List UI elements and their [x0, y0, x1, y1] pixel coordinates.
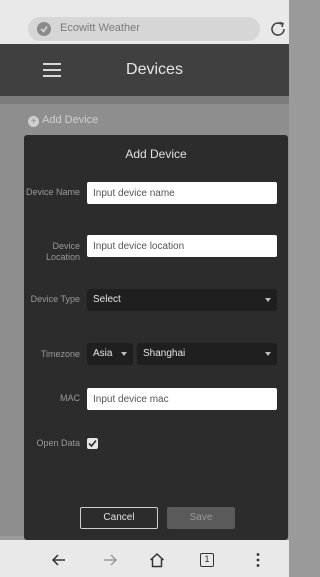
forward-arrow-icon[interactable]: [101, 551, 119, 569]
add-device-link-label: Add Device: [42, 114, 99, 126]
mac-label: MAC: [60, 393, 80, 403]
url-text: Ecowitt Weather: [60, 22, 140, 34]
mac-input[interactable]: [87, 388, 277, 410]
add-device-modal: Add Device Device Name Device Location D…: [24, 135, 288, 540]
reload-icon[interactable]: [268, 19, 288, 39]
page-title: Devices: [126, 61, 183, 78]
overflow-menu-icon[interactable]: [249, 551, 267, 569]
chevron-down-icon: [265, 298, 271, 302]
cancel-button[interactable]: Cancel: [80, 507, 158, 529]
timezone-city-select[interactable]: Shanghai: [137, 343, 277, 365]
save-button[interactable]: Save: [167, 507, 235, 529]
page-divider: [0, 96, 289, 104]
timezone-label: Timezone: [40, 349, 80, 359]
tab-count: 1: [200, 553, 214, 567]
modal-title: Add Device: [125, 147, 187, 161]
shield-icon: [37, 22, 51, 36]
open-data-label: Open Data: [36, 438, 80, 448]
device-type-value: Select: [93, 294, 121, 305]
chevron-down-icon: [265, 352, 271, 356]
device-location-label: Device Location: [45, 241, 80, 262]
device-name-label: Device Name: [25, 187, 80, 197]
navigation-bar: [0, 540, 289, 577]
device-type-select[interactable]: Select: [87, 289, 277, 311]
back-arrow-icon[interactable]: [50, 551, 68, 569]
add-device-link[interactable]: + Add Device: [28, 114, 98, 127]
device-name-input[interactable]: [87, 182, 277, 204]
open-data-checkbox[interactable]: [87, 438, 98, 449]
checkmark-icon: [88, 439, 97, 448]
timezone-region-select[interactable]: Asia: [87, 343, 133, 365]
chevron-down-icon: [121, 352, 127, 356]
address-bar[interactable]: Ecowitt Weather: [28, 17, 260, 41]
timezone-region-value: Asia: [93, 348, 113, 359]
plus-circle-icon: +: [28, 116, 39, 127]
tab-switcher-button[interactable]: 1: [198, 551, 216, 569]
timezone-city-value: Shanghai: [143, 348, 186, 359]
device-location-input[interactable]: [87, 235, 277, 257]
home-icon[interactable]: [148, 551, 166, 569]
device-type-label: Device Type: [30, 294, 80, 304]
